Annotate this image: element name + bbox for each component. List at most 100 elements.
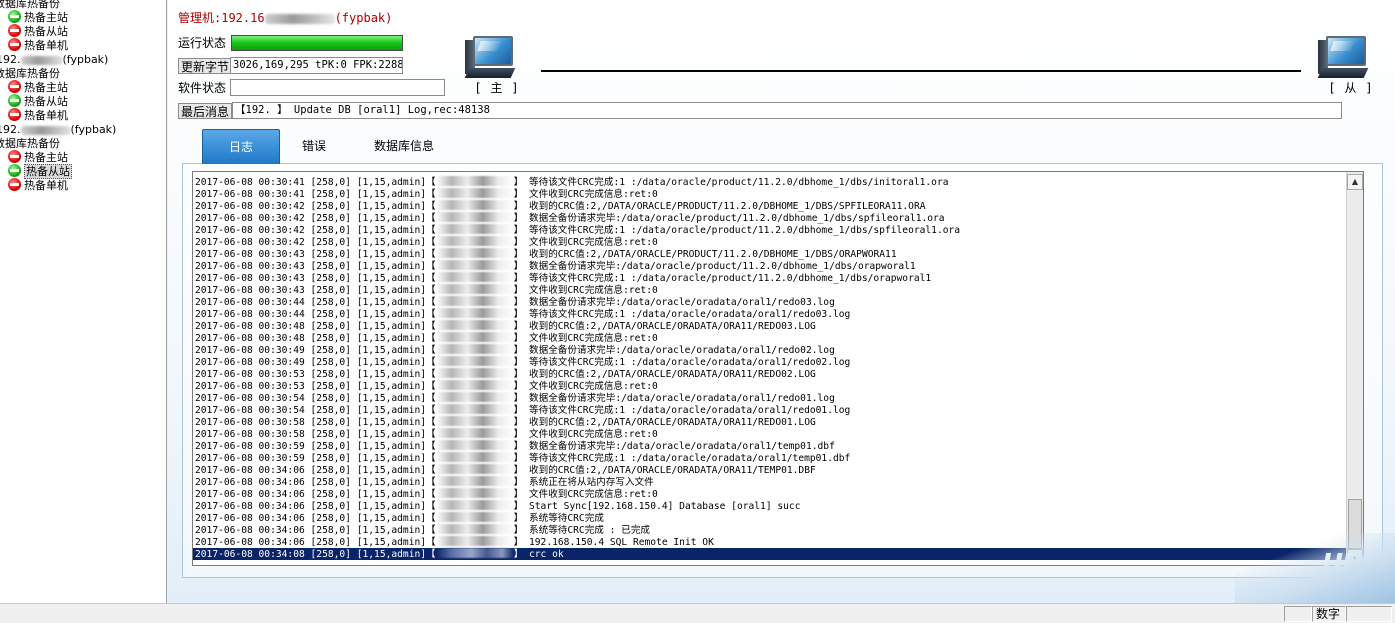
log-list[interactable]: 2017-06-08 00:30:41 [258,0] [1,15,admin]…	[192, 171, 1364, 566]
tree-host-node[interactable]: 192. (fypbak)	[0, 123, 116, 136]
tree-item-master[interactable]: 热备主站	[8, 150, 68, 164]
tab-db-info[interactable]: 数据库信息	[348, 129, 460, 164]
log-row[interactable]: 2017-06-08 00:30:43 [258,0] [1,15,admin]…	[193, 260, 1346, 272]
log-row-message: 】 系统正在将从站内存写入文件	[513, 477, 654, 488]
log-row-message: 】 系统等待CRC完成	[513, 513, 604, 524]
tree-item-standalone[interactable]: 热备单机	[8, 38, 68, 52]
log-row-prefix: 2017-06-08 00:30:42 [258,0] [1,15,admin]…	[195, 213, 436, 224]
tab-log[interactable]: 日志	[202, 129, 280, 164]
log-row-message: 】 文件收到CRC完成信息:ret:0	[513, 285, 658, 296]
log-row[interactable]: 2017-06-08 00:30:54 [258,0] [1,15,admin]…	[193, 404, 1346, 416]
log-row-message: 】 收到的CRC值:2,/DATA/ORACLE/ORADATA/ORA11/R…	[513, 321, 816, 332]
tree-item-master[interactable]: 热备主站	[8, 10, 68, 24]
host-suffix: (fypbak)	[70, 123, 117, 136]
log-row[interactable]: 2017-06-08 00:30:43 [258,0] [1,15,admin]…	[193, 284, 1346, 296]
redacted-ip	[435, 428, 514, 438]
log-row[interactable]: 2017-06-08 00:34:06 [258,0] [1,15,admin]…	[193, 500, 1346, 512]
log-row[interactable]: 2017-06-08 00:30:44 [258,0] [1,15,admin]…	[193, 308, 1346, 320]
log-row[interactable]: 2017-06-08 00:34:06 [258,0] [1,15,admin]…	[193, 488, 1346, 500]
log-row[interactable]: 2017-06-08 00:30:48 [258,0] [1,15,admin]…	[193, 320, 1346, 332]
log-row[interactable]: 2017-06-08 00:30:41 [258,0] [1,15,admin]…	[193, 188, 1346, 200]
log-row[interactable]: 2017-06-08 00:30:41 [258,0] [1,15,admin]…	[193, 176, 1346, 188]
log-row[interactable]: 2017-06-08 00:30:58 [258,0] [1,15,admin]…	[193, 416, 1346, 428]
log-row[interactable]: 2017-06-08 00:30:42 [258,0] [1,15,admin]…	[193, 200, 1346, 212]
log-row[interactable]: 2017-06-08 00:34:06 [258,0] [1,15,admin]…	[193, 512, 1346, 524]
log-row-message: 】 收到的CRC值:2,/DATA/ORACLE/PRODUCT/11.2.0/…	[513, 249, 897, 260]
tree-host-node[interactable]: 192. (fypbak)	[0, 53, 108, 66]
log-row[interactable]: 2017-06-08 00:30:43 [258,0] [1,15,admin]…	[193, 272, 1346, 284]
last-msg-label: 最后消息	[178, 103, 233, 119]
tree-group-header[interactable]: 数据库热备份	[0, 0, 60, 10]
log-scrollbar[interactable]: ▲ ▼	[1346, 172, 1363, 565]
log-row-prefix: 2017-06-08 00:30:48 [258,0] [1,15,admin]…	[195, 333, 436, 344]
log-row[interactable]: 2017-06-08 00:34:06 [258,0] [1,15,admin]…	[193, 524, 1346, 536]
log-row-message: 】 192.168.150.4 SQL Remote Init OK	[513, 537, 714, 548]
redacted-ip	[435, 404, 514, 414]
redacted-ip	[264, 13, 335, 24]
log-row-message: 】 数据全备份请求完毕:/data/oracle/oradata/oral1/r…	[513, 297, 835, 308]
update-bytes-label: 更新字节	[178, 58, 233, 74]
log-row-prefix: 2017-06-08 00:30:43 [258,0] [1,15,admin]…	[195, 285, 436, 296]
log-row[interactable]: 2017-06-08 00:30:54 [258,0] [1,15,admin]…	[193, 392, 1346, 404]
log-row[interactable]: 2017-06-08 00:30:49 [258,0] [1,15,admin]…	[193, 344, 1346, 356]
host-tree[interactable]: 数据库热备份 热备主站 热备从站 热备单机 192. (fypbak) 数据库热备…	[0, 0, 167, 603]
watermark-text: 和力记易	[1331, 581, 1376, 594]
log-row[interactable]: 2017-06-08 00:30:48 [258,0] [1,15,admin]…	[193, 332, 1346, 344]
log-row[interactable]: 2017-06-08 00:30:58 [258,0] [1,15,admin]…	[193, 428, 1346, 440]
tree-item-label: 热备从站	[24, 164, 72, 179]
log-row-message: 】 数据全备份请求完毕:/data/oracle/oradata/oral1/r…	[513, 345, 835, 356]
scroll-down-button[interactable]: ▼	[1347, 549, 1363, 565]
last-msg-field[interactable]: 【192. 】 Update DB [oral1] Log,rec:48138	[232, 102, 1342, 119]
status-cell-numlock: 数字	[1312, 606, 1346, 622]
log-row[interactable]: 2017-06-08 00:30:49 [258,0] [1,15,admin]…	[193, 356, 1346, 368]
log-row-message: 】 等待该文件CRC完成:1 :/data/oracle/oradata/ora…	[513, 453, 851, 464]
scroll-up-button[interactable]: ▲	[1347, 174, 1363, 190]
tree-item-label: 热备主站	[24, 151, 68, 164]
tree-group-label: 数据库热备份	[0, 0, 60, 10]
master-label: [ 主 ]	[476, 81, 520, 95]
tree-item-slave-selected[interactable]: 热备从站	[8, 164, 72, 179]
log-row[interactable]: 2017-06-08 00:34:08 [258,0] [1,15,admin]…	[193, 548, 1346, 560]
watermark: UPM 和力记易	[1322, 549, 1386, 595]
redacted-ip	[20, 125, 71, 135]
log-row[interactable]: 2017-06-08 00:30:53 [258,0] [1,15,admin]…	[193, 368, 1346, 380]
update-bytes-field[interactable]: 3026,169,295 tPK:0 FPK:22887	[230, 57, 403, 74]
tree-group-label: 数据库热备份	[0, 67, 60, 80]
status-stop-icon	[8, 38, 21, 51]
run-status-indicator	[231, 35, 403, 51]
tree-group-label: 数据库热备份	[0, 137, 60, 150]
status-ok-icon	[8, 94, 21, 107]
log-row[interactable]: 2017-06-08 00:34:06 [258,0] [1,15,admin]…	[193, 536, 1346, 548]
log-row[interactable]: 2017-06-08 00:30:59 [258,0] [1,15,admin]…	[193, 452, 1346, 464]
log-row-prefix: 2017-06-08 00:30:41 [258,0] [1,15,admin]…	[195, 177, 436, 188]
log-row[interactable]: 2017-06-08 00:30:42 [258,0] [1,15,admin]…	[193, 236, 1346, 248]
log-row[interactable]: 2017-06-08 00:30:42 [258,0] [1,15,admin]…	[193, 212, 1346, 224]
log-row[interactable]: 2017-06-08 00:34:06 [258,0] [1,15,admin]…	[193, 464, 1346, 476]
log-row-message: 】 等待该文件CRC完成:1 :/data/oracle/product/11.…	[513, 273, 932, 284]
log-row-prefix: 2017-06-08 00:30:54 [258,0] [1,15,admin]…	[195, 393, 436, 404]
log-row[interactable]: 2017-06-08 00:30:53 [258,0] [1,15,admin]…	[193, 380, 1346, 392]
log-row-message: 】 数据全备份请求完毕:/data/oracle/product/11.2.0/…	[513, 261, 916, 272]
log-row[interactable]: 2017-06-08 00:30:59 [258,0] [1,15,admin]…	[193, 440, 1346, 452]
tree-group-header[interactable]: 数据库热备份	[0, 67, 60, 80]
manager-title: 管理机:192.16 (fypbak)	[178, 9, 392, 26]
redacted-ip	[435, 452, 514, 462]
software-status-field[interactable]	[230, 79, 445, 96]
log-row[interactable]: 2017-06-08 00:30:44 [258,0] [1,15,admin]…	[193, 296, 1346, 308]
tab-errors[interactable]: 错误	[280, 129, 348, 164]
log-row-prefix: 2017-06-08 00:30:42 [258,0] [1,15,admin]…	[195, 201, 436, 212]
status-stop-icon	[8, 24, 21, 37]
tree-item-label: 热备主站	[24, 11, 68, 24]
tree-item-slave[interactable]: 热备从站	[8, 24, 68, 38]
tree-item-master[interactable]: 热备主站	[8, 80, 68, 94]
tree-item-slave[interactable]: 热备从站	[8, 94, 68, 108]
redacted-ip	[435, 296, 514, 306]
log-row[interactable]: 2017-06-08 00:30:43 [258,0] [1,15,admin]…	[193, 248, 1346, 260]
tree-item-standalone[interactable]: 热备单机	[8, 108, 68, 122]
tree-group-header[interactable]: 数据库热备份	[0, 137, 60, 150]
log-row[interactable]: 2017-06-08 00:30:42 [258,0] [1,15,admin]…	[193, 224, 1346, 236]
log-row[interactable]: 2017-06-08 00:34:06 [258,0] [1,15,admin]…	[193, 476, 1346, 488]
scroll-thumb[interactable]	[1348, 499, 1362, 549]
redacted-ip	[435, 200, 514, 210]
tree-item-standalone[interactable]: 热备单机	[8, 178, 68, 192]
